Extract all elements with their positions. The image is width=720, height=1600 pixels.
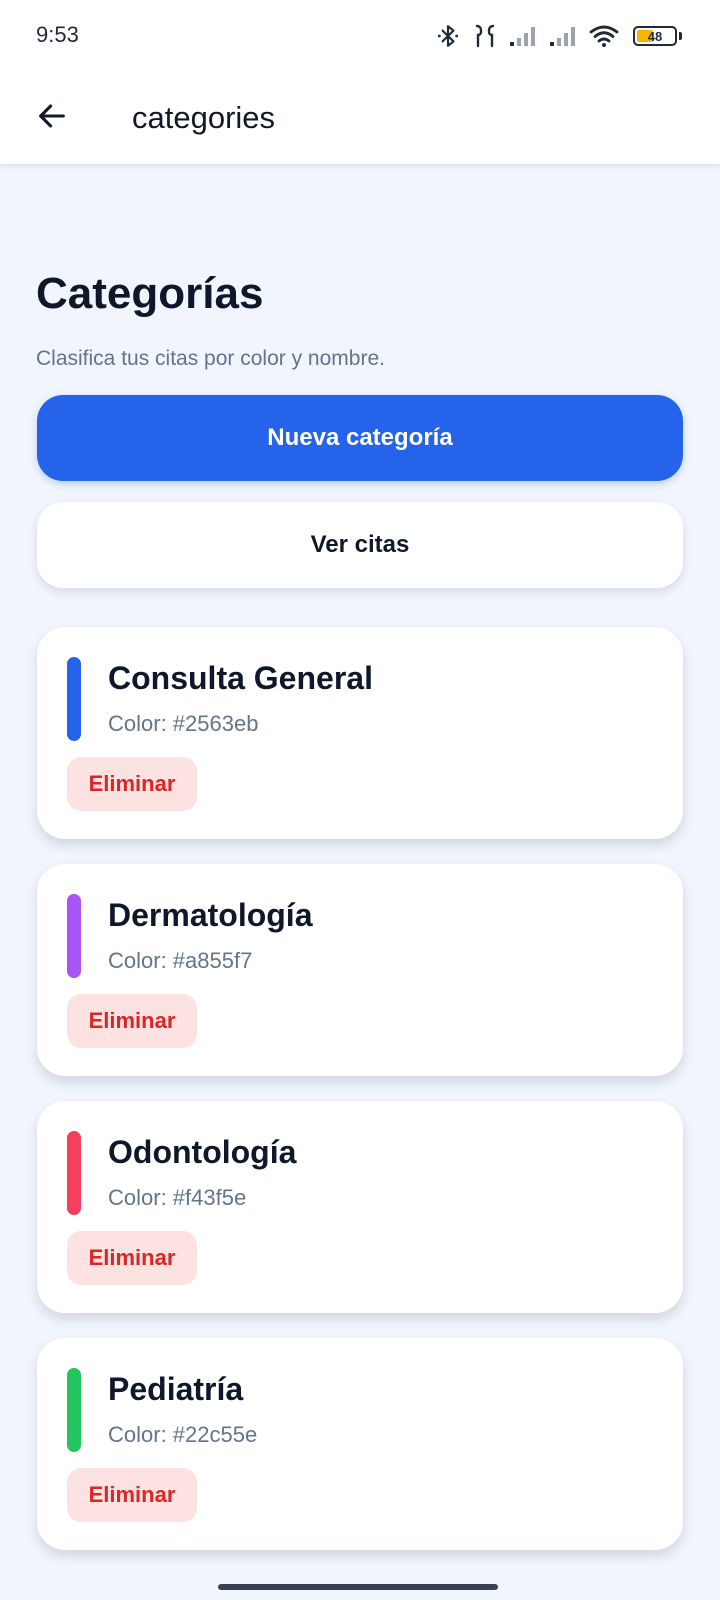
- category-card: Pediatría Color: #22c55e Eliminar: [37, 1338, 683, 1550]
- category-color-bar: [67, 1131, 81, 1215]
- delete-button[interactable]: Eliminar: [67, 1231, 197, 1285]
- category-name: Odontología: [108, 1134, 297, 1170]
- delete-button[interactable]: Eliminar: [67, 994, 197, 1048]
- status-time: 9:53: [36, 22, 79, 47]
- category-card: Odontología Color: #f43f5e Eliminar: [37, 1101, 683, 1313]
- signal-icon: [550, 27, 575, 46]
- delete-button[interactable]: Eliminar: [67, 757, 197, 811]
- battery-icon: 48: [633, 26, 677, 46]
- delete-button[interactable]: Eliminar: [67, 1468, 197, 1522]
- category-color-label: Color: #f43f5e: [108, 1185, 247, 1210]
- app-bar: categories: [0, 72, 720, 165]
- page-title: Categorías: [36, 269, 264, 318]
- page-subtitle: Clasifica tus citas por color y nombre.: [36, 347, 385, 370]
- bluetooth-icon: [437, 25, 459, 47]
- signal-icon: [510, 27, 535, 46]
- battery-tip: [679, 32, 682, 40]
- status-icons: 48: [435, 20, 682, 52]
- home-indicator[interactable]: [218, 1584, 498, 1590]
- category-color-label: Color: #a855f7: [108, 948, 253, 973]
- battery-level: 48: [647, 28, 663, 44]
- category-name: Consulta General: [108, 660, 373, 696]
- category-color-bar: [67, 1368, 81, 1452]
- category-name: Pediatría: [108, 1371, 244, 1407]
- category-color-label: Color: #2563eb: [108, 711, 259, 736]
- arrow-left-icon: [39, 104, 65, 128]
- category-card: Consulta General Color: #2563eb Eliminar: [37, 627, 683, 839]
- category-card: Dermatología Color: #a855f7 Eliminar: [37, 864, 683, 1076]
- new-category-button[interactable]: Nueva categoría: [37, 395, 683, 481]
- category-name: Dermatología: [108, 897, 313, 933]
- view-appointments-button[interactable]: Ver citas: [37, 502, 683, 588]
- category-color-bar: [67, 894, 81, 978]
- category-color-label: Color: #22c55e: [108, 1422, 258, 1447]
- app-bar-title: categories: [132, 100, 276, 135]
- earbuds-icon: [475, 24, 495, 48]
- back-button[interactable]: [26, 90, 78, 142]
- category-color-bar: [67, 657, 81, 741]
- wifi-icon: [589, 25, 619, 47]
- status-bar: 9:53 48: [0, 0, 720, 72]
